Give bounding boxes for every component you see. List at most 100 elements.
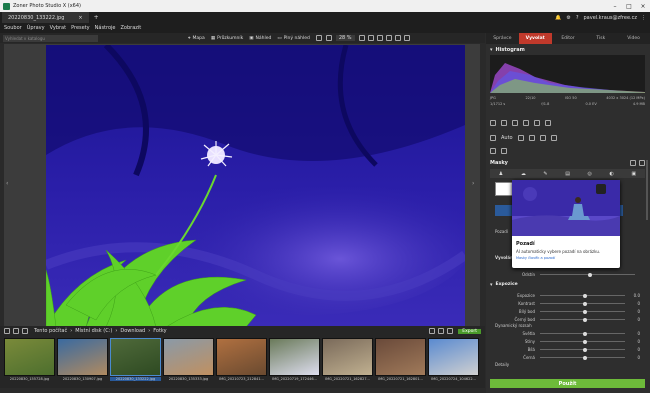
delete-mask-icon[interactable] xyxy=(639,160,645,166)
tab-print[interactable]: Tisk xyxy=(584,33,617,44)
menu-select[interactable]: Vybrat xyxy=(50,25,67,31)
dynamic-range-value[interactable]: 0 xyxy=(630,331,640,336)
preview-button[interactable]: ▣ Náhled xyxy=(249,36,271,41)
more-icon[interactable]: ⋮ xyxy=(641,15,646,21)
search-box[interactable]: Vyhledat v katalogu xyxy=(3,34,98,42)
filmstrip-thumbnail[interactable] xyxy=(4,338,55,376)
dynamic-range-slider[interactable] xyxy=(540,347,625,352)
filmstrip-thumbnail[interactable] xyxy=(375,338,426,376)
rotate-right-icon[interactable] xyxy=(385,35,392,41)
exposure-value[interactable]: 0 xyxy=(630,301,640,306)
browser-button[interactable]: ▦ Průzkumník xyxy=(211,36,243,41)
filmstrip-thumbnail[interactable] xyxy=(269,338,320,376)
filmstrip-thumbnail[interactable] xyxy=(110,338,161,376)
dynamic-range-slider[interactable] xyxy=(540,331,625,336)
help-icon[interactable]: ? xyxy=(576,15,579,21)
view-icon[interactable] xyxy=(447,328,454,334)
next-image-arrow[interactable]: › xyxy=(472,180,474,187)
straighten-icon[interactable] xyxy=(523,120,529,126)
menu-view[interactable]: Zobrazit xyxy=(120,25,141,31)
mask-icon[interactable] xyxy=(539,135,546,141)
sidebar-scrollbar[interactable] xyxy=(646,160,648,220)
exposure-slider[interactable] xyxy=(540,301,625,306)
map-button[interactable]: ⌖ Mapa xyxy=(188,35,205,42)
tooltip-link[interactable]: Masky člověk a pozadí xyxy=(516,256,616,260)
slider-handle[interactable] xyxy=(582,309,587,314)
slider-handle[interactable] xyxy=(582,317,587,322)
settings-icon[interactable]: ⚙ xyxy=(566,15,570,21)
slider-handle[interactable] xyxy=(582,347,587,352)
background-mask-icon[interactable]: ▣ xyxy=(631,171,636,177)
dynamic-range-slider[interactable] xyxy=(540,355,625,360)
mask-list-item[interactable] xyxy=(495,182,513,196)
folder-icon[interactable] xyxy=(22,328,28,334)
breadcrumb-download[interactable]: Download xyxy=(120,328,145,334)
filmstrip-thumbnail[interactable] xyxy=(163,338,214,376)
dynamic-range-value[interactable]: 0 xyxy=(630,347,640,352)
color-mask-icon[interactable]: ◐ xyxy=(609,171,613,177)
minimize-button[interactable]: – xyxy=(608,3,622,10)
slider-handle[interactable] xyxy=(582,355,587,360)
compare-icon[interactable] xyxy=(315,35,322,41)
crop-icon[interactable] xyxy=(512,120,518,126)
tab-current-file[interactable]: 20220830_133222.jpg × xyxy=(2,12,89,23)
brush-mask-icon[interactable]: ✎ xyxy=(543,171,547,177)
list-icon[interactable] xyxy=(490,135,496,141)
zoom-in-icon[interactable] xyxy=(358,35,365,41)
maximize-button[interactable]: □ xyxy=(622,3,636,10)
menu-tools[interactable]: Nástroje xyxy=(95,25,116,31)
menu-file[interactable]: Soubor xyxy=(4,25,22,31)
undo-icon[interactable] xyxy=(490,120,496,126)
exposure-slider[interactable] xyxy=(540,309,625,314)
breadcrumb-computer[interactable]: Tento počítač xyxy=(34,328,67,334)
slider-handle[interactable] xyxy=(582,331,587,336)
slider-handle[interactable] xyxy=(582,293,587,298)
eye-icon[interactable] xyxy=(490,148,496,154)
rotate-left-icon[interactable] xyxy=(376,35,383,41)
text-icon[interactable] xyxy=(501,148,507,154)
lens-icon[interactable] xyxy=(550,135,557,141)
filmstrip-thumbnail[interactable] xyxy=(322,338,373,376)
wb-icon[interactable] xyxy=(517,135,524,141)
tab-editor[interactable]: Editor xyxy=(552,33,585,44)
photo-with-mask-overlay[interactable] xyxy=(46,45,465,327)
exposure-slider[interactable] xyxy=(540,293,625,298)
exposure-header[interactable]: ▾ Expozice xyxy=(490,282,518,288)
linear-mask-icon[interactable]: ▤ xyxy=(565,171,570,177)
menu-presets[interactable]: Presety xyxy=(71,25,90,31)
user-account[interactable]: pavel.kraus@zfree.cz xyxy=(584,15,638,21)
person-mask-icon[interactable]: ♟ xyxy=(499,171,503,177)
exposure-value[interactable]: 0 xyxy=(630,309,640,314)
redo-icon[interactable] xyxy=(501,120,507,126)
slider-handle[interactable] xyxy=(582,339,587,344)
tab-close-icon[interactable]: × xyxy=(78,15,82,21)
up-folder-icon[interactable] xyxy=(13,328,19,334)
zoom-level[interactable]: 28 % xyxy=(335,35,355,41)
brush-icon[interactable] xyxy=(534,120,540,126)
dynamic-range-value[interactable]: 0 xyxy=(630,339,640,344)
exposure-value[interactable]: 0 xyxy=(630,317,640,322)
new-tab-button[interactable]: + xyxy=(94,14,99,21)
tab-video[interactable]: Video xyxy=(617,33,650,44)
fullscreen-button[interactable]: ▭ Plný náhled xyxy=(277,36,310,41)
export-button[interactable]: Export xyxy=(458,328,481,334)
sharpen-slider[interactable] xyxy=(540,272,635,277)
apply-button[interactable]: Použít xyxy=(490,379,645,388)
add-mask-icon[interactable] xyxy=(630,160,636,166)
layout-icon[interactable] xyxy=(403,35,410,41)
sky-mask-icon[interactable]: ☁ xyxy=(521,171,526,177)
filmstrip-thumbnail[interactable] xyxy=(216,338,267,376)
dynamic-range-value[interactable]: 0 xyxy=(630,355,640,360)
exposure-slider[interactable] xyxy=(540,317,625,322)
auto-button[interactable]: Auto xyxy=(501,135,513,141)
sort-icon[interactable] xyxy=(438,328,445,334)
fit-icon[interactable] xyxy=(367,35,374,41)
bell-icon[interactable]: 🔔 xyxy=(555,15,561,21)
filmstrip-thumbnail[interactable] xyxy=(428,338,479,376)
breadcrumb-disk[interactable]: Místní disk (C:) xyxy=(75,328,112,334)
tab-develop[interactable]: Vyvolat xyxy=(518,33,552,44)
prev-image-arrow[interactable]: ‹ xyxy=(6,180,8,187)
gradient-icon[interactable] xyxy=(545,120,551,126)
histogram-header[interactable]: ▾ Histogram xyxy=(490,47,525,53)
breadcrumb-photos[interactable]: Fotky xyxy=(153,328,166,334)
